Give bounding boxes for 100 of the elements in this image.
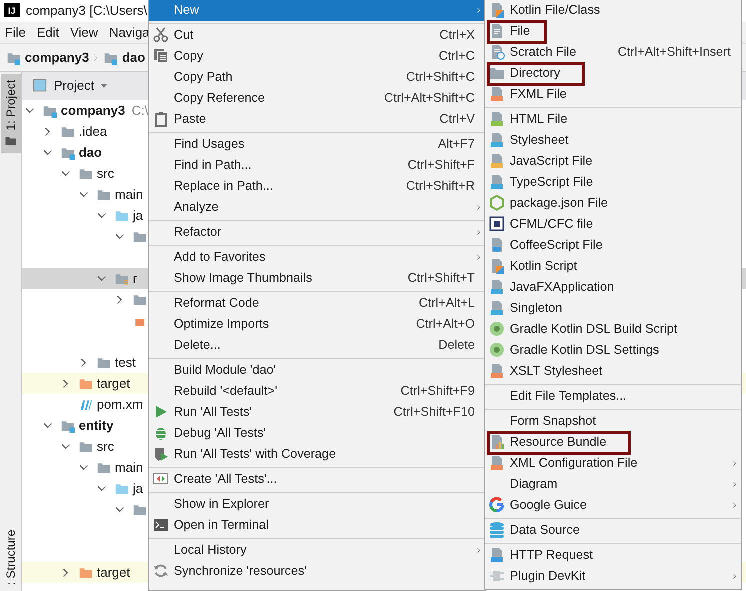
menu-item[interactable]: JavaScript File	[485, 151, 741, 172]
tree-item[interactable]: entity	[79, 416, 114, 436]
menu-item[interactable]: Run 'All Tests' with Coverage	[149, 444, 485, 465]
menu-item[interactable]: Open in Terminal	[149, 515, 485, 536]
menu-item[interactable]: Edit File Templates...	[485, 386, 741, 407]
tree-item[interactable]: src	[97, 436, 114, 456]
menu-item[interactable]: Google Guice	[485, 495, 741, 516]
menu-item[interactable]: TypeScript File	[485, 172, 741, 193]
shortcut-text: Ctrl+Alt+Shift+C	[384, 90, 475, 108]
menu-item[interactable]: Singleton	[485, 298, 741, 319]
menu-item[interactable]: XML Configuration File	[485, 453, 741, 474]
tree-item[interactable]: pom.xm	[97, 394, 144, 414]
menu-item[interactable]: Find Usages Alt+F7	[149, 134, 485, 155]
tree-item[interactable]: src	[97, 164, 114, 184]
menu-item[interactable]: Cut Ctrl+X	[149, 25, 485, 46]
css-file-icon	[489, 132, 505, 148]
tool-window-tab[interactable]: 1: Project	[1, 74, 21, 153]
menu-item[interactable]: JavaFXApplication	[485, 277, 741, 298]
tree-item[interactable]: r	[133, 268, 138, 288]
menu-item[interactable]: Gradle Kotlin DSL Settings	[485, 340, 741, 361]
caret-icon	[100, 82, 108, 90]
menu-item[interactable]: CoffeeScript File	[485, 235, 741, 256]
shortcut-text: Ctrl+Shift+C	[406, 69, 475, 86]
shortcut-text: Ctrl+X	[440, 27, 475, 44]
folder-icon	[96, 188, 112, 202]
menu-item[interactable]: Copy Path Ctrl+Shift+C	[149, 67, 485, 88]
tree-item[interactable]: dao	[79, 142, 102, 162]
shield-icon	[153, 446, 169, 462]
menu-item[interactable]: package.json File	[485, 193, 741, 214]
tree-item[interactable]: main	[115, 184, 144, 204]
menu-item[interactable]: Scratch File Ctrl+Alt+Shift+Insert	[485, 42, 741, 63]
tree-item[interactable]: ja	[133, 478, 144, 498]
menu-item[interactable]: Create 'All Tests'...	[149, 469, 485, 490]
menu-item[interactable]: Reformat Code Ctrl+Alt+L	[149, 293, 485, 314]
menu-item[interactable]: Run 'All Tests' Ctrl+Shift+F10	[149, 402, 485, 423]
html-file-icon	[489, 111, 505, 127]
panel-title[interactable]: Project	[54, 76, 94, 96]
menu-item[interactable]: File	[5, 20, 26, 44]
menu-item[interactable]: Add to Favorites	[149, 247, 485, 268]
menu-item[interactable]: Naviga	[109, 20, 150, 44]
menu-item[interactable]: Build Module 'dao'	[149, 360, 485, 381]
javascript-file-icon	[489, 153, 505, 169]
folder-icon	[132, 502, 148, 516]
menu-item[interactable]: HTML File	[485, 109, 741, 130]
tree-item[interactable]: .idea	[79, 122, 108, 142]
menu-item[interactable]: Refactor	[149, 222, 485, 243]
tree-item[interactable]: test	[115, 352, 136, 372]
scratch-file-icon	[489, 44, 505, 60]
menu-item[interactable]: Show Image Thumbnails Ctrl+Shift+T	[149, 268, 485, 289]
shortcut-text: Ctrl+C	[438, 48, 475, 66]
menu-item[interactable]: Rebuild '<default>' Ctrl+Shift+F9	[149, 381, 485, 402]
menu-item[interactable]: Resource Bundle	[485, 432, 741, 453]
folder-icon	[60, 124, 76, 138]
menu-item[interactable]: View	[70, 20, 98, 44]
folder-icon	[78, 566, 94, 580]
menu-item[interactable]: Delete... Delete	[149, 335, 485, 356]
breadcrumb-item[interactable]: dao	[122, 48, 146, 68]
menu-item[interactable]: Show in Explorer	[149, 494, 485, 515]
menu-item[interactable]: Data Source	[485, 520, 741, 541]
menu-item[interactable]: Plugin DevKit	[485, 566, 741, 587]
menu-item[interactable]: Stylesheet	[485, 130, 741, 151]
menu-item[interactable]: Debug 'All Tests'	[149, 423, 485, 444]
module-folder-icon	[60, 146, 76, 160]
menu-item[interactable]: Form Snapshot	[485, 411, 741, 432]
breadcrumb-item[interactable]: company3	[25, 48, 90, 68]
menu-item[interactable]: Paste Ctrl+V	[149, 109, 485, 130]
tree-item[interactable]: main	[115, 458, 144, 478]
tree-item[interactable]: company3	[61, 100, 126, 120]
menu-item[interactable]: Local History	[149, 540, 485, 561]
folder-icon	[78, 440, 94, 454]
menu-item[interactable]: Kotlin Script	[485, 256, 741, 277]
menu-item[interactable]: CFML/CFC file	[485, 214, 741, 235]
terminal-icon	[153, 517, 169, 533]
cfml-file-icon	[489, 216, 505, 232]
menu-item[interactable]: Find in Path... Ctrl+Shift+F	[149, 155, 485, 176]
scissors-icon	[153, 27, 169, 43]
tree-item[interactable]: target	[97, 562, 130, 582]
tree-item[interactable]: ja	[133, 206, 144, 226]
menu-item[interactable]: Copy Ctrl+C	[149, 46, 485, 67]
menu-item[interactable]: Kotlin File/Class	[485, 0, 741, 21]
shortcut-text: Ctrl+Shift+F9	[400, 383, 475, 400]
menu-item[interactable]: FXML File	[485, 84, 741, 105]
menu-item[interactable]: Synchronize 'resources'	[149, 561, 485, 582]
menu-item[interactable]: Replace in Path... Ctrl+Shift+R	[149, 176, 485, 197]
menu-item[interactable]: HTTP Request	[485, 545, 741, 566]
tool-window-tab[interactable]: : Structure	[1, 524, 21, 591]
clipboard-icon	[153, 111, 169, 127]
menu-item[interactable]: Optimize Imports Ctrl+Alt+O	[149, 314, 485, 335]
menu-item[interactable]: Directory	[485, 63, 741, 84]
shortcut-text: Ctrl+Alt+L	[419, 295, 475, 312]
menu-item[interactable]: Gradle Kotlin DSL Build Script	[485, 319, 741, 340]
tree-item[interactable]: target	[97, 374, 130, 394]
menu-item[interactable]: Diagram	[485, 474, 741, 495]
menu-item[interactable]: Copy Reference Ctrl+Alt+Shift+C	[149, 88, 485, 109]
menu-item[interactable]: Analyze	[149, 197, 485, 218]
menu-item[interactable]: File	[485, 21, 741, 42]
menu-item[interactable]: Edit	[36, 20, 60, 44]
menu-item[interactable]: XSLT Stylesheet	[485, 361, 741, 382]
menu-item[interactable]: New	[149, 0, 485, 21]
file-icon	[489, 23, 505, 39]
